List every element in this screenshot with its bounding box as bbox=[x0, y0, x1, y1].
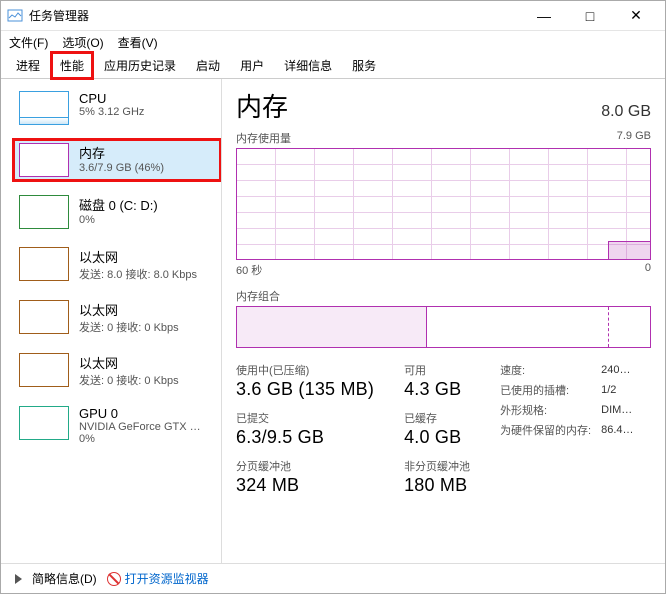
performance-sidebar: CPU 5% 3.12 GHz 内存 3.6/7.9 GB (46%) 磁盘 0… bbox=[1, 79, 221, 563]
gpu-thumbnail-icon bbox=[19, 406, 69, 440]
kv-key: 已使用的插槽: bbox=[500, 382, 601, 402]
sidebar-item-sub: 发送: 0 接收: 0 Kbps bbox=[79, 319, 179, 335]
sidebar-item-sub: 5% 3.12 GHz bbox=[79, 106, 144, 118]
memory-composition-bar[interactable] bbox=[236, 306, 651, 348]
kv-val: 240… bbox=[601, 362, 633, 382]
stat-nonpaged-value: 180 MB bbox=[404, 475, 470, 496]
menu-view[interactable]: 查看(V) bbox=[118, 34, 158, 51]
stat-commit-value: 6.3/9.5 GB bbox=[236, 427, 374, 448]
ethernet-thumbnail-icon bbox=[19, 300, 69, 334]
sidebar-item-sub: 发送: 0 接收: 0 Kbps bbox=[79, 372, 179, 388]
sidebar-item-label: GPU 0 bbox=[79, 406, 201, 421]
comp-seg-free bbox=[609, 307, 650, 347]
chart-fill bbox=[608, 241, 650, 259]
tab-performance[interactable]: 性能 bbox=[51, 52, 93, 79]
resource-monitor-icon bbox=[107, 572, 121, 586]
panel-heading: 内存 bbox=[236, 87, 288, 124]
menu-options[interactable]: 选项(O) bbox=[62, 34, 103, 51]
sidebar-item-label: 以太网 bbox=[79, 300, 179, 319]
tab-app-history[interactable]: 应用历史记录 bbox=[95, 52, 185, 79]
sidebar-item-ethernet-2[interactable]: 以太网 发送: 0 接收: 0 Kbps bbox=[13, 296, 221, 339]
comp-seg-standby bbox=[427, 307, 609, 347]
tab-processes[interactable]: 进程 bbox=[7, 52, 49, 79]
kv-key: 速度: bbox=[500, 362, 601, 382]
sidebar-item-label: 磁盘 0 (C: D:) bbox=[79, 195, 158, 214]
stat-cached-value: 4.0 GB bbox=[404, 427, 470, 448]
ethernet-thumbnail-icon bbox=[19, 353, 69, 387]
memory-spec-table: 速度:240… 已使用的插槽:1/2 外形规格:DIM… 为硬件保留的内存:86… bbox=[500, 362, 633, 442]
tab-details[interactable]: 详细信息 bbox=[275, 52, 341, 79]
sidebar-item-label: 内存 bbox=[79, 143, 164, 162]
sidebar-item-cpu[interactable]: CPU 5% 3.12 GHz bbox=[13, 87, 221, 129]
composition-label: 内存组合 bbox=[236, 288, 651, 304]
tab-bar: 进程 性能 应用历史记录 启动 用户 详细信息 服务 bbox=[1, 53, 665, 79]
comp-seg-in-use bbox=[237, 307, 427, 347]
sidebar-item-memory[interactable]: 内存 3.6/7.9 GB (46%) bbox=[13, 139, 221, 181]
sidebar-item-ethernet-1[interactable]: 以太网 发送: 8.0 接收: 8.0 Kbps bbox=[13, 243, 221, 286]
chart-label-right: 7.9 GB bbox=[617, 130, 651, 146]
sidebar-item-gpu[interactable]: GPU 0 NVIDIA GeForce GTX … 0% bbox=[13, 402, 221, 449]
sidebar-item-sub: 发送: 8.0 接收: 8.0 Kbps bbox=[79, 266, 197, 282]
fewer-details-link[interactable]: 简略信息(D) bbox=[32, 570, 97, 587]
ethernet-thumbnail-icon bbox=[19, 247, 69, 281]
close-button[interactable]: ✕ bbox=[613, 1, 659, 31]
sidebar-item-sub: 3.6/7.9 GB (46%) bbox=[79, 162, 164, 174]
open-resource-monitor-link[interactable]: 打开资源监视器 bbox=[107, 570, 209, 587]
memory-total: 8.0 GB bbox=[601, 103, 651, 121]
sidebar-item-ethernet-3[interactable]: 以太网 发送: 0 接收: 0 Kbps bbox=[13, 349, 221, 392]
sidebar-item-sub: NVIDIA GeForce GTX … bbox=[79, 421, 201, 433]
stat-paged-value: 324 MB bbox=[236, 475, 374, 496]
sidebar-item-disk[interactable]: 磁盘 0 (C: D:) 0% bbox=[13, 191, 221, 233]
kv-val: 86.4… bbox=[601, 422, 633, 442]
title-bar: 任务管理器 — □ ✕ bbox=[1, 1, 665, 31]
axis-right: 0 bbox=[645, 262, 651, 278]
maximize-button[interactable]: □ bbox=[567, 1, 613, 31]
tab-startup[interactable]: 启动 bbox=[187, 52, 229, 79]
disk-thumbnail-icon bbox=[19, 195, 69, 229]
kv-key: 外形规格: bbox=[500, 402, 601, 422]
memory-thumbnail-icon bbox=[19, 143, 69, 177]
tab-users[interactable]: 用户 bbox=[231, 52, 273, 79]
sidebar-item-sub: 0% bbox=[79, 214, 158, 226]
stat-commit-label: 已提交 bbox=[236, 410, 374, 426]
window-title: 任务管理器 bbox=[29, 7, 89, 24]
stat-used-label: 使用中(已压缩) bbox=[236, 362, 374, 378]
sidebar-item-label: 以太网 bbox=[79, 247, 197, 266]
kv-val: 1/2 bbox=[601, 382, 633, 402]
stat-cached-label: 已缓存 bbox=[404, 410, 470, 426]
app-icon bbox=[7, 8, 23, 24]
memory-usage-chart[interactable] bbox=[236, 148, 651, 260]
axis-left: 60 秒 bbox=[236, 262, 262, 278]
sidebar-item-label: CPU bbox=[79, 91, 144, 106]
stat-used-value: 3.6 GB (135 MB) bbox=[236, 379, 374, 400]
chevron-up-icon bbox=[15, 574, 22, 584]
stat-paged-label: 分页缓冲池 bbox=[236, 458, 374, 474]
bottom-bar: 简略信息(D) 打开资源监视器 bbox=[1, 563, 665, 593]
minimize-button[interactable]: — bbox=[521, 1, 567, 31]
open-resource-monitor-label: 打开资源监视器 bbox=[125, 570, 209, 587]
cpu-thumbnail-icon bbox=[19, 91, 69, 125]
kv-val: DIM… bbox=[601, 402, 633, 422]
kv-key: 为硬件保留的内存: bbox=[500, 422, 601, 442]
stat-nonpaged-label: 非分页缓冲池 bbox=[404, 458, 470, 474]
chart-label-left: 内存使用量 bbox=[236, 130, 291, 146]
sidebar-item-label: 以太网 bbox=[79, 353, 179, 372]
sidebar-item-sub2: 0% bbox=[79, 433, 201, 445]
stat-avail-label: 可用 bbox=[404, 362, 470, 378]
memory-detail-panel: 内存 8.0 GB 内存使用量 7.9 GB 60 秒 0 内存组合 bbox=[222, 79, 665, 563]
menu-file[interactable]: 文件(F) bbox=[9, 34, 48, 51]
tab-services[interactable]: 服务 bbox=[343, 52, 385, 79]
stat-avail-value: 4.3 GB bbox=[404, 379, 470, 400]
menu-bar: 文件(F) 选项(O) 查看(V) bbox=[1, 31, 665, 53]
